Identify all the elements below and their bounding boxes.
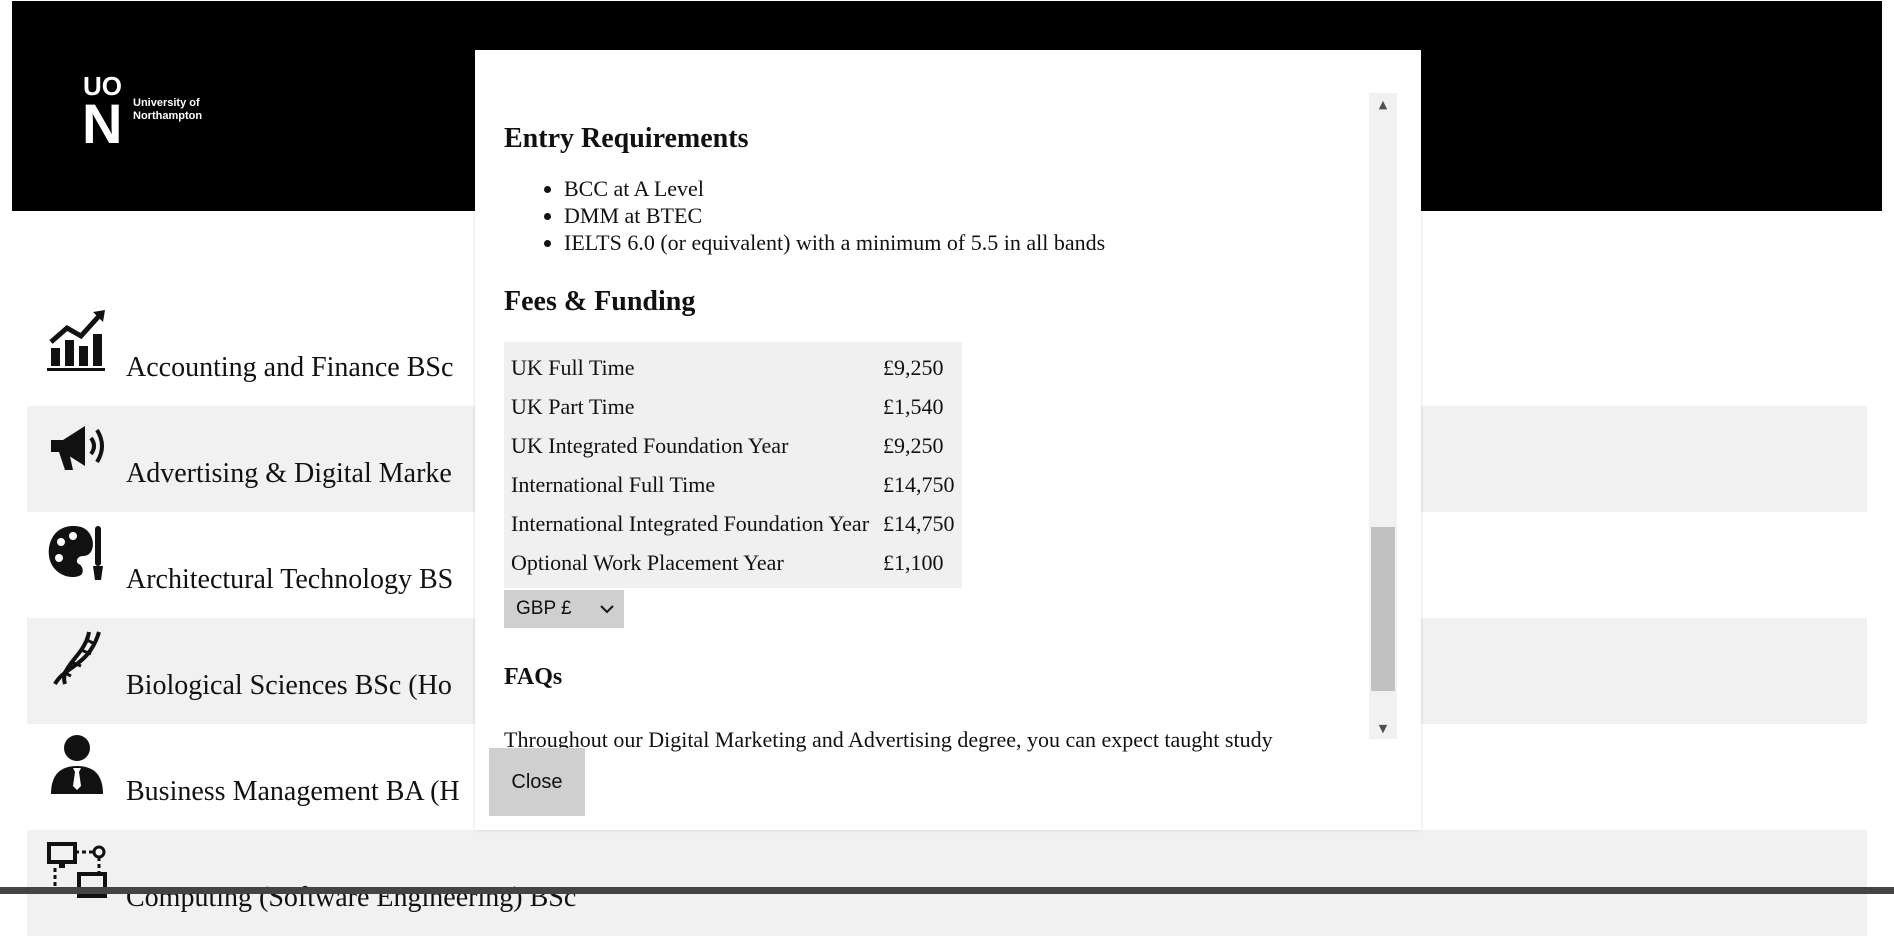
- list-item: DMM at BTEC: [564, 202, 1364, 229]
- fee-value: £1,100: [883, 550, 944, 575]
- chevron-down-icon: [600, 598, 614, 620]
- fees-table: UK Full Time £9,250 UK Part Time £1,540 …: [504, 342, 962, 588]
- fee-label: International Full Time: [511, 472, 716, 497]
- course-label[interactable]: Accounting and Finance BSc: [126, 352, 453, 384]
- businessman-icon: [45, 732, 109, 796]
- palette-icon: [45, 520, 109, 584]
- megaphone-icon: [45, 414, 109, 478]
- fees-funding-heading: Fees & Funding: [504, 286, 696, 317]
- logo-line1: University of: [133, 97, 200, 109]
- course-label[interactable]: Advertising & Digital Marke: [126, 458, 452, 490]
- close-button[interactable]: Close: [489, 748, 585, 816]
- currency-select-value: GBP £: [516, 598, 572, 619]
- dna-icon: [45, 626, 109, 690]
- table-row: International Full Time £14,750: [504, 465, 962, 504]
- fee-label: UK Full Time: [511, 355, 635, 380]
- modal-content: Entry Requirements BCC at A Level DMM at…: [504, 123, 1364, 753]
- university-logo[interactable]: UO N University of Northampton: [83, 71, 223, 143]
- course-row-computing[interactable]: Computing (Software Engineering) BSc: [27, 830, 1867, 936]
- scroll-down-arrow-icon[interactable]: ▼: [1369, 717, 1397, 739]
- currency-select[interactable]: GBP £: [504, 590, 624, 628]
- page-bottom-border: [0, 887, 1894, 894]
- fee-value: £9,250: [883, 355, 944, 380]
- fee-label: International Integrated Foundation Year: [511, 511, 870, 536]
- faqs-heading: FAQs: [504, 664, 563, 690]
- scroll-up-arrow-icon[interactable]: ▲: [1369, 93, 1397, 115]
- table-row: International Integrated Foundation Year…: [504, 504, 962, 543]
- fee-label: UK Integrated Foundation Year: [511, 433, 789, 458]
- list-item: IELTS 6.0 (or equivalent) with a minimum…: [564, 229, 1364, 256]
- fee-value: £14,750: [883, 472, 955, 497]
- modal-scrollbar[interactable]: ▲ ▼: [1369, 93, 1397, 739]
- course-label[interactable]: Architectural Technology BS: [126, 564, 453, 596]
- entry-requirements-list: BCC at A Level DMM at BTEC IELTS 6.0 (or…: [504, 175, 1364, 256]
- faq-intro-text: Throughout our Digital Marketing and Adv…: [504, 727, 1273, 752]
- table-row: UK Full Time £9,250: [504, 342, 962, 387]
- list-item: BCC at A Level: [564, 175, 1364, 202]
- course-detail-modal: Entry Requirements BCC at A Level DMM at…: [475, 50, 1421, 830]
- table-row: UK Part Time £1,540: [504, 387, 962, 426]
- entry-requirements-heading: Entry Requirements: [504, 123, 749, 154]
- fee-value: £1,540: [883, 394, 944, 419]
- fee-value: £9,250: [883, 433, 944, 458]
- course-label[interactable]: Biological Sciences BSc (Ho: [126, 670, 452, 702]
- scroll-thumb[interactable]: [1371, 527, 1395, 691]
- table-row: UK Integrated Foundation Year £9,250: [504, 426, 962, 465]
- logo-mark-n: N: [83, 92, 122, 143]
- fee-label: UK Part Time: [511, 394, 635, 419]
- logo-line2: Northampton: [133, 110, 202, 122]
- fee-label: Optional Work Placement Year: [511, 550, 784, 575]
- fee-value: £14,750: [883, 511, 955, 536]
- table-row: Optional Work Placement Year £1,100: [504, 543, 962, 588]
- course-label[interactable]: Business Management BA (H: [126, 776, 460, 808]
- chart-growth-icon: [45, 308, 109, 372]
- modal-scroll-area[interactable]: Entry Requirements BCC at A Level DMM at…: [475, 95, 1390, 795]
